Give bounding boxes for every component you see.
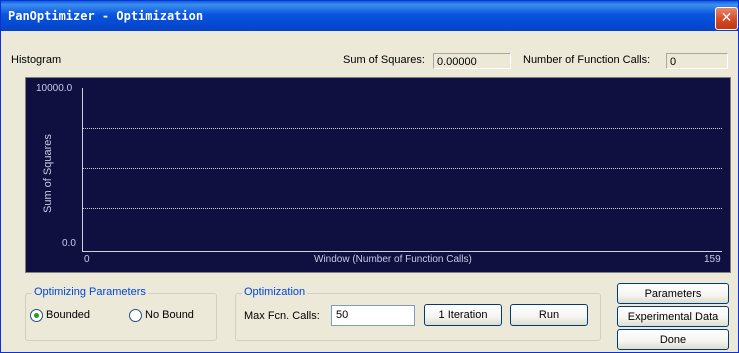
no-bound-label[interactable]: No Bound	[145, 309, 194, 321]
bounded-radio[interactable]	[30, 309, 43, 322]
radio-selected-dot	[34, 313, 39, 318]
x-tick-min: 0	[84, 254, 90, 265]
done-button[interactable]: Done	[617, 329, 729, 350]
histogram-chart: 10000.0 0.0 Sum of Squares 0 Window (Num…	[25, 77, 731, 273]
optimization-title: Optimization	[242, 286, 308, 298]
function-calls-value: 0	[666, 53, 728, 69]
gridline	[83, 128, 722, 129]
experimental-data-button[interactable]: Experimental Data	[617, 306, 729, 327]
window-title: PanOptimizer - Optimization	[8, 9, 204, 23]
sum-of-squares-label: Sum of Squares:	[343, 54, 425, 66]
function-calls-label: Number of Function Calls:	[523, 54, 651, 66]
bounded-label[interactable]: Bounded	[46, 309, 90, 321]
plot-area	[82, 88, 722, 252]
no-bound-radio[interactable]	[129, 309, 142, 322]
max-calls-label: Max Fcn. Calls:	[244, 310, 320, 322]
optimizing-parameters-title: Optimizing Parameters	[32, 286, 148, 298]
one-iteration-button[interactable]: 1 Iteration	[424, 304, 502, 326]
histogram-label: Histogram	[11, 54, 62, 66]
y-tick-max: 10000.0	[36, 83, 73, 94]
run-button[interactable]: Run	[510, 304, 588, 326]
y-axis-label: Sum of Squares	[42, 134, 54, 213]
x-tick-max: 159	[704, 254, 721, 265]
optimization-window: PanOptimizer - Optimization ✕ Histogram …	[0, 0, 739, 353]
title-bar[interactable]: PanOptimizer - Optimization ✕	[1, 1, 738, 31]
parameters-button[interactable]: Parameters	[617, 283, 729, 304]
optimizing-parameters-group: Optimizing Parameters Bounded No Bound	[25, 286, 217, 341]
gridline	[83, 208, 722, 209]
y-tick-min: 0.0	[62, 238, 76, 249]
x-axis-label: Window (Number of Function Calls)	[314, 254, 472, 265]
close-icon[interactable]: ✕	[715, 7, 738, 30]
sum-of-squares-value: 0.00000	[433, 53, 511, 69]
optimization-group: Optimization Max Fcn. Calls: 50 1 Iterat…	[235, 286, 601, 341]
gridline	[83, 168, 722, 169]
max-calls-input[interactable]: 50	[331, 305, 415, 326]
